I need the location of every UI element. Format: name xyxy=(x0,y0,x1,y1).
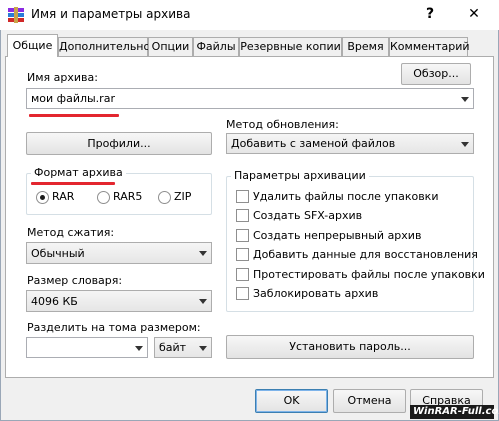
chevron-down-icon[interactable] xyxy=(199,251,207,256)
annotation-underline-format xyxy=(31,182,115,185)
title-bar[interactable]: Имя и параметры архива ? ✕ xyxy=(0,0,499,30)
split-volumes-label: Разделить на тома размером: xyxy=(27,321,201,334)
tab-comment[interactable]: Комментарий xyxy=(389,37,470,56)
update-method-select[interactable]: Добавить с заменой файлов xyxy=(226,133,474,154)
checkbox-lock-archive-label: Заблокировать архив xyxy=(253,287,379,300)
tab-backup[interactable]: Резервные копии xyxy=(239,37,342,56)
chevron-down-icon[interactable] xyxy=(461,141,469,147)
watermark: WinRAR-Full.com xyxy=(410,405,499,419)
compression-method-label: Метод сжатия: xyxy=(27,226,115,239)
radio-zip-label: ZIP xyxy=(174,190,192,203)
archive-name-input[interactable]: мои файлы.rar xyxy=(26,88,474,109)
dictionary-size-select[interactable]: 4096 КБ xyxy=(26,290,212,312)
checkbox-delete-files-label: Удалить файлы после упаковки xyxy=(253,190,439,203)
tab-general[interactable]: Общие xyxy=(7,34,58,57)
split-unit-select[interactable]: байт xyxy=(154,337,212,358)
split-unit-value: байт xyxy=(159,341,187,354)
chevron-down-icon[interactable] xyxy=(135,345,143,351)
tab-time[interactable]: Время xyxy=(342,37,389,56)
dictionary-size-value: 4096 КБ xyxy=(31,294,78,308)
checkbox-create-sfx[interactable] xyxy=(236,209,249,222)
cancel-button[interactable]: Отмена xyxy=(333,389,406,413)
archive-options-title: Параметры архивации xyxy=(231,169,369,182)
checkbox-lock-archive[interactable] xyxy=(236,287,249,300)
archive-format-title: Формат архива xyxy=(31,166,126,179)
tab-files[interactable]: Файлы xyxy=(193,37,239,56)
radio-rar[interactable] xyxy=(36,191,49,204)
chevron-down-icon[interactable] xyxy=(199,299,207,304)
checkbox-test-files-label: Протестировать файлы после упаковки xyxy=(253,268,485,281)
ok-button[interactable]: OK xyxy=(255,389,328,413)
window-title: Имя и параметры архива xyxy=(31,7,191,21)
checkbox-solid-archive[interactable] xyxy=(236,229,249,242)
browse-button[interactable]: Обзор... xyxy=(401,63,471,85)
update-method-value: Добавить с заменой файлов xyxy=(231,137,396,150)
winrar-app-icon xyxy=(8,7,24,23)
split-volumes-input[interactable] xyxy=(26,337,148,358)
update-method-label: Метод обновления: xyxy=(226,118,339,131)
radio-rar5-label: RAR5 xyxy=(113,190,143,203)
help-icon[interactable]: ? xyxy=(419,4,441,24)
annotation-underline-name xyxy=(29,114,119,117)
compression-method-value: Обычный xyxy=(31,246,85,260)
tab-advanced[interactable]: Дополнительно xyxy=(58,37,150,56)
set-password-button[interactable]: Установить пароль... xyxy=(226,335,474,359)
radio-rar-label: RAR xyxy=(52,190,75,203)
checkbox-delete-files[interactable] xyxy=(236,190,249,203)
radio-rar5[interactable] xyxy=(97,191,110,204)
dictionary-size-label: Размер словаря: xyxy=(27,274,123,287)
tab-options[interactable]: Опции xyxy=(148,37,193,56)
compression-method-select[interactable]: Обычный xyxy=(26,242,212,264)
archive-name-value: мои файлы.rar xyxy=(31,92,115,105)
checkbox-recovery-record[interactable] xyxy=(236,248,249,261)
checkbox-solid-archive-label: Создать непрерывный архив xyxy=(253,229,422,242)
checkbox-create-sfx-label: Создать SFX-архив xyxy=(253,209,363,222)
chevron-down-icon[interactable] xyxy=(199,345,207,351)
archive-name-label: Имя архива: xyxy=(27,71,98,84)
close-icon[interactable]: ✕ xyxy=(463,4,485,24)
chevron-down-icon[interactable] xyxy=(461,96,469,102)
checkbox-test-files[interactable] xyxy=(236,268,249,281)
profiles-button[interactable]: Профили... xyxy=(26,132,212,155)
checkbox-recovery-record-label: Добавить данные для восстановления xyxy=(253,248,478,261)
radio-zip[interactable] xyxy=(158,191,171,204)
